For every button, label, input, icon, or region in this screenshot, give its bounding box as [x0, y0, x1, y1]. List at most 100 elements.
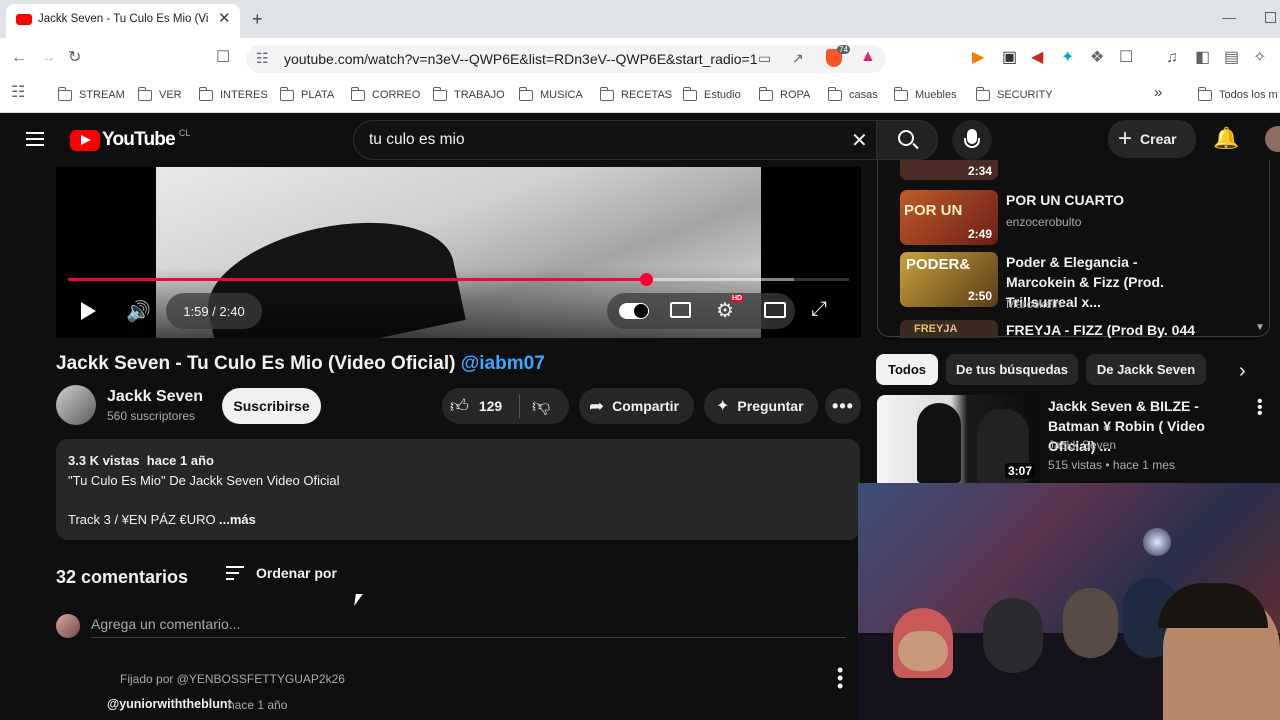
- bookmark-estudio[interactable]: Estudio: [682, 86, 741, 104]
- chip-from-channel[interactable]: De Jackk Seven: [1086, 354, 1206, 385]
- fullscreen-icon[interactable]: ⤢: [811, 298, 827, 321]
- play-extension-icon[interactable]: ▶: [972, 50, 984, 66]
- bookmark-stream[interactable]: STREAM: [57, 86, 125, 104]
- description-box[interactable]: 3.3 K vistas hace 1 año "Tu Culo Es Mio"…: [56, 439, 860, 540]
- like-button[interactable]: 👍︎ 129: [450, 395, 502, 417]
- share-button[interactable]: ➦ Compartir: [579, 388, 694, 424]
- folder-icon: [518, 86, 533, 101]
- subtitles-icon[interactable]: [670, 302, 691, 318]
- bookmarks-overflow-icon[interactable]: »: [1154, 84, 1162, 101]
- chip-todos[interactable]: Todos: [876, 354, 938, 385]
- bookmark-correo[interactable]: CORREO: [350, 86, 420, 104]
- folder-icon: [432, 86, 447, 101]
- dislike-thumbs-down-icon[interactable]: 👎︎: [532, 395, 550, 417]
- chips-next-chevron-icon[interactable]: ›: [1239, 360, 1246, 383]
- scrubber-handle[interactable]: [639, 273, 653, 286]
- media-icon[interactable]: ♫: [1166, 50, 1178, 66]
- bookmark-casas[interactable]: casas: [827, 86, 878, 104]
- bookmark-plata[interactable]: PLATA: [279, 86, 334, 104]
- title-handle-link[interactable]: @iabm07: [461, 353, 545, 374]
- recommended-channel[interactable]: Jackk Seven: [1048, 438, 1116, 452]
- bookmark-trabajo[interactable]: TRABAJO: [432, 86, 505, 104]
- create-button[interactable]: + Crear: [1108, 120, 1196, 158]
- playlist-thumb-3[interactable]: FREYJA: [900, 320, 998, 338]
- comment-author[interactable]: @yuniorwiththeblunt: [107, 697, 232, 711]
- youtube-logo[interactable]: YouTube CL: [70, 128, 190, 152]
- chip-from-searches[interactable]: De tus búsquedas: [946, 354, 1078, 385]
- address-bar[interactable]: ☷ youtube.com/watch?v=n3eV--QWP6E&list=R…: [246, 45, 886, 73]
- menu-icon[interactable]: [26, 132, 44, 146]
- bookmark-recetas[interactable]: RECETAS: [599, 86, 672, 104]
- playlist-channel-2[interactable]: Marcokein: [1006, 297, 1061, 311]
- clear-search-icon[interactable]: ✕: [851, 128, 868, 153]
- reload-icon[interactable]: ↻: [68, 50, 81, 66]
- subscribe-button[interactable]: Suscribirse: [222, 388, 321, 424]
- recommended-menu-icon[interactable]: • • •: [1257, 394, 1263, 422]
- browser-tab[interactable]: Jackk Seven - Tu Culo Es Mio (Video ✕: [6, 4, 240, 38]
- bookmark-other[interactable]: Todos los m: [1197, 86, 1278, 104]
- maximize-icon[interactable]: [1265, 12, 1276, 23]
- bookmark-ropa[interactable]: ROPA: [758, 86, 810, 104]
- bookmark-page-icon[interactable]: ☐: [216, 50, 230, 66]
- bookmark-musica[interactable]: MUSICA: [518, 86, 583, 104]
- sidebar-icon[interactable]: ◧: [1195, 50, 1210, 66]
- playlist-thumb-1[interactable]: POR UN 2:49: [900, 190, 998, 245]
- new-tab-icon[interactable]: +: [252, 9, 263, 30]
- search-box[interactable]: tu culo es mio ✕: [353, 120, 876, 160]
- folder-icon: [893, 86, 908, 101]
- bookmark-interes[interactable]: INTERES: [198, 86, 268, 104]
- my-avatar: [56, 614, 80, 638]
- folder-icon: [350, 86, 365, 101]
- playlist-scroll-down-icon[interactable]: ▼: [1255, 322, 1265, 333]
- progress-bar[interactable]: [68, 273, 849, 286]
- search-input[interactable]: tu culo es mio: [369, 131, 465, 149]
- video-player[interactable]: 🔊 1:59 / 2:40 ⚙ HD ⤢: [56, 167, 861, 338]
- extension-6-icon[interactable]: ☐: [1119, 50, 1133, 66]
- minimize-icon[interactable]: —: [1222, 9, 1236, 25]
- wallet-icon[interactable]: ▤: [1224, 50, 1239, 66]
- volume-icon[interactable]: 🔊: [126, 299, 151, 324]
- playlist-title-3[interactable]: FREYJA - FIZZ (Prod By. 044 &: [1006, 320, 1206, 338]
- search-button[interactable]: [876, 120, 938, 160]
- tab-close-icon[interactable]: ✕: [218, 9, 231, 27]
- bookmark-muebles[interactable]: Muebles: [893, 86, 957, 104]
- channel-name[interactable]: Jackk Seven: [107, 388, 203, 406]
- extensions-puzzle-icon[interactable]: ❖: [1090, 50, 1104, 66]
- autoplay-toggle[interactable]: [619, 303, 649, 319]
- url-text[interactable]: youtube.com/watch?v=n3eV--QWP6E&list=RDn…: [284, 51, 758, 67]
- megaphone-icon[interactable]: ◀: [1031, 50, 1043, 66]
- webcam-person-3: [1063, 588, 1118, 658]
- voice-search-button[interactable]: [952, 120, 992, 160]
- more-actions-button[interactable]: •••: [825, 388, 861, 424]
- theater-mode-icon[interactable]: [764, 302, 786, 318]
- bookmark-ver[interactable]: VER: [137, 86, 182, 104]
- leo-ai-icon[interactable]: ✧: [1253, 50, 1266, 66]
- comment-menu-icon[interactable]: • • •: [837, 661, 843, 695]
- sort-comments-button[interactable]: Ordenar por: [226, 565, 337, 581]
- site-info-icon[interactable]: ☷: [256, 50, 269, 67]
- folder-icon: [599, 86, 614, 101]
- extension-4-icon[interactable]: ✦: [1061, 50, 1074, 66]
- add-comment-input[interactable]: Agrega un comentario...: [91, 616, 846, 638]
- youtube-favicon-icon: [16, 14, 32, 25]
- playlist-thumb-2[interactable]: PODER& 2:50: [900, 252, 998, 307]
- plus-icon: +: [1118, 125, 1133, 152]
- channel-avatar[interactable]: [56, 385, 96, 425]
- playlist-channel-1[interactable]: enzocerobulto: [1006, 215, 1081, 229]
- ask-button[interactable]: ✦ Preguntar: [704, 388, 818, 424]
- brave-rewards-icon[interactable]: ▲: [860, 48, 876, 66]
- apps-grid-icon[interactable]: ☷: [11, 85, 25, 101]
- recommended-thumb[interactable]: 3:07: [877, 395, 1041, 483]
- extension-2-icon[interactable]: ▣: [1002, 50, 1017, 66]
- cast-icon[interactable]: ▭: [758, 50, 771, 67]
- playlist-title-1[interactable]: POR UN CUARTO: [1006, 190, 1206, 210]
- bookmark-security[interactable]: SECURITY: [975, 86, 1053, 104]
- folder-icon: [682, 86, 697, 101]
- playlist-prev-thumb[interactable]: 2:34: [900, 160, 998, 180]
- share-icon[interactable]: ↗: [792, 50, 804, 67]
- back-icon[interactable]: ←: [11, 50, 27, 66]
- forward-icon[interactable]: →: [40, 50, 56, 66]
- show-more-link[interactable]: ...más: [219, 512, 256, 527]
- notifications-bell-icon[interactable]: 🔔: [1213, 127, 1239, 151]
- play-icon[interactable]: [81, 302, 96, 320]
